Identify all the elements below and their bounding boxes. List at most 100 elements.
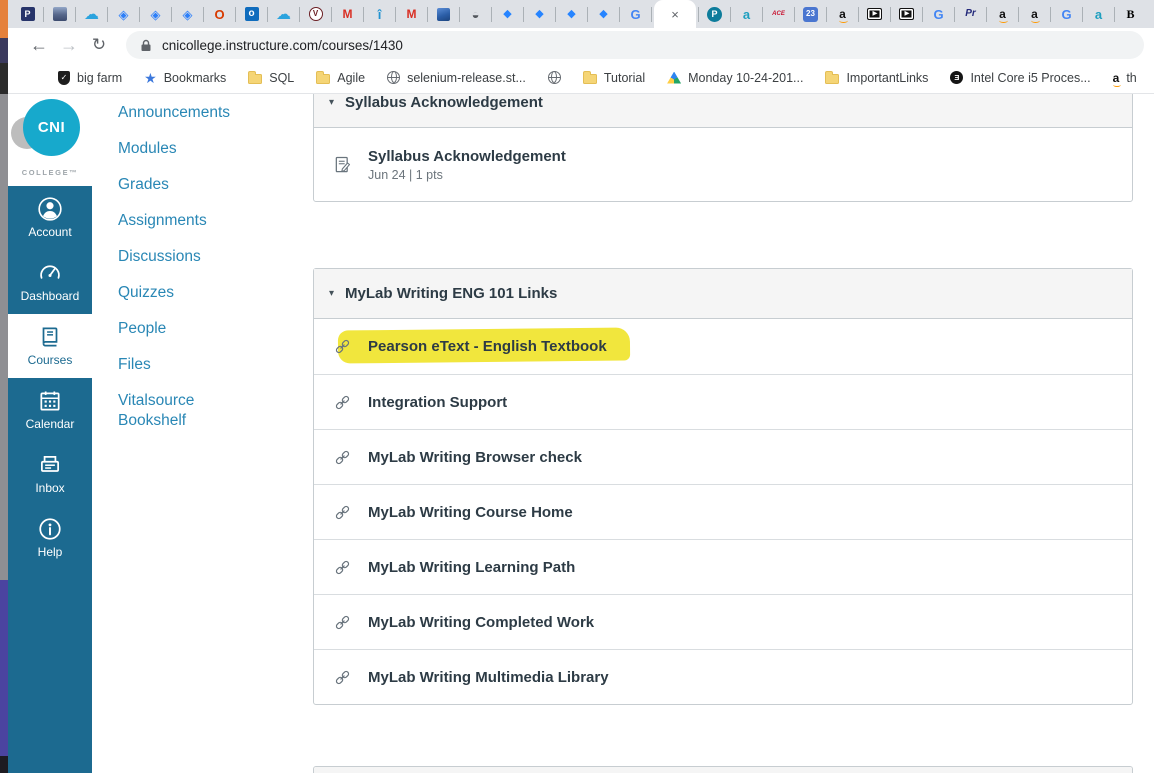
bookmark-intel[interactable]: Ǝ Intel Core i5 Proces... [950, 71, 1091, 85]
module-item[interactable]: MyLab Writing Completed Work [314, 594, 1132, 649]
sidebar-item-dashboard[interactable]: Dashboard [8, 250, 92, 314]
desktop-sliver-segment [0, 0, 8, 38]
cloud-app-tab[interactable]: ☁ [78, 0, 105, 28]
link-icon [333, 613, 353, 632]
package-cube-tab[interactable] [430, 0, 457, 28]
google-tab[interactable]: G [622, 0, 649, 28]
bookmark-label: th [1126, 70, 1137, 85]
address-bar[interactable]: cnicollege.instructure.com/courses/1430 [126, 31, 1144, 59]
module-item[interactable]: MyLab Writing Browser check [314, 429, 1132, 484]
course-nav-vitalsource-bookshelf[interactable]: Vitalsource Bookshelf [118, 391, 248, 431]
gmail-tab[interactable]: M [334, 0, 361, 28]
module-item[interactable]: MyLab Writing Course Home [314, 484, 1132, 539]
amazon-smile-tab[interactable]: a [1021, 0, 1048, 28]
cloud-app-tab-icon: ☁ [84, 5, 99, 23]
jira-tab[interactable]: ◆ [494, 0, 521, 28]
outlook-tab[interactable]: o [238, 0, 265, 28]
jira-tab[interactable]: ◆ [526, 0, 553, 28]
ace-hardware-tab[interactable]: ACE [765, 0, 792, 28]
bloomberg-tab[interactable]: B [1117, 0, 1144, 28]
collapse-icon[interactable]: ▾ [329, 97, 334, 108]
amazon-smile-tab[interactable]: a [829, 0, 856, 28]
module-title: Syllabus Acknowledgement [345, 94, 543, 111]
reload-button[interactable]: ↻ [84, 35, 114, 55]
bookmark-selenium-release-icon [387, 71, 401, 84]
course-nav-files[interactable]: Files [118, 355, 248, 375]
bookmark-tutorial-folder[interactable]: Tutorial [582, 71, 645, 85]
google-tab[interactable]: G [1053, 0, 1080, 28]
paypal-tab[interactable]: P [14, 0, 41, 28]
module-item[interactable]: Syllabus Acknowledgement Jun 24 | 1 pts [314, 128, 1132, 201]
tasks-23-tab[interactable]: 23 [797, 0, 824, 28]
module-item[interactable]: Pearson eText - English Textbook [314, 319, 1132, 374]
amazon-teal-tab-icon: a [742, 6, 751, 22]
amazon-smile-tab[interactable]: a [989, 0, 1016, 28]
amazon-teal-tab[interactable]: a [733, 0, 760, 28]
logo-cni-circle: CNI [23, 99, 80, 156]
bookmark-sql-folder[interactable]: SQL [248, 71, 294, 85]
active-tab[interactable]: × [654, 0, 696, 28]
gmail-tab[interactable]: M [398, 0, 425, 28]
jira-tab[interactable]: ◆ [558, 0, 585, 28]
video-play-tab[interactable]: ▶ [861, 0, 888, 28]
collapse-icon[interactable]: ▾ [329, 288, 334, 299]
module-item[interactable]: MyLab Writing Learning Path [314, 539, 1132, 594]
bookmark-globe[interactable] [547, 71, 561, 84]
diamond-app-tab[interactable]: ◈ [142, 0, 169, 28]
bookmark-monday-drive[interactable]: Monday 10-24-201... [667, 71, 803, 85]
globe-tab[interactable]: ◒ [462, 0, 489, 28]
sidebar-item-account[interactable]: Account [8, 186, 92, 250]
assistant-tab[interactable]: î [366, 0, 393, 28]
module-header[interactable] [314, 767, 1132, 773]
bookmark-importantlinks-folder[interactable]: ImportantLinks [825, 71, 928, 85]
module-item[interactable]: Integration Support [314, 374, 1132, 429]
back-button[interactable]: ← [24, 35, 54, 56]
vivaldi-tab[interactable]: V [302, 0, 329, 28]
tab-separator [203, 6, 204, 22]
sidebar-item-inbox[interactable]: Inbox [8, 442, 92, 506]
module-header[interactable]: ▾ MyLab Writing ENG 101 Links [314, 269, 1132, 319]
bookmark-globe-icon [547, 71, 561, 84]
amazon-teal-tab[interactable]: a [1085, 0, 1112, 28]
module-item[interactable]: MyLab Writing Multimedia Library [314, 649, 1132, 704]
bookmark-big-farm[interactable]: ✓ big farm [58, 70, 122, 85]
sidebar-item-calendar[interactable]: Calendar [8, 378, 92, 442]
close-tab-icon[interactable]: × [671, 8, 679, 21]
item-title: Pearson eText - English Textbook [368, 338, 607, 355]
bookmark-amazon-th[interactable]: a th [1112, 70, 1137, 87]
bookmark-agile-folder-icon [316, 71, 331, 84]
amazon-teal-tab-icon: a [1094, 6, 1103, 22]
item-title: MyLab Writing Completed Work [368, 613, 595, 631]
bookmark-agile-folder[interactable]: Agile [316, 71, 365, 85]
office-tab[interactable]: O [206, 0, 233, 28]
course-nav-grades[interactable]: Grades [118, 175, 248, 195]
course-nav-quizzes[interactable]: Quizzes [118, 283, 248, 303]
forward-button[interactable]: → [54, 35, 84, 56]
cni-logo[interactable]: CNI COLLEGE™ [8, 94, 92, 186]
premiere-tab[interactable]: Pr [957, 0, 984, 28]
bookmark-selenium-release[interactable]: selenium-release.st... [387, 71, 526, 85]
link-icon [333, 448, 353, 467]
course-nav-modules[interactable]: Modules [118, 139, 248, 159]
cloud-app-tab[interactable]: ☁ [270, 0, 297, 28]
course-nav-people[interactable]: People [118, 319, 248, 339]
video-play-tab[interactable]: ▶ [893, 0, 920, 28]
diamond-app-tab[interactable]: ◈ [110, 0, 137, 28]
bookmark-sql-folder-icon [248, 71, 263, 84]
tab-separator [587, 6, 588, 22]
site-thumbnail-tab[interactable] [46, 0, 73, 28]
sidebar-item-label: Dashboard [20, 289, 80, 303]
diamond-app-tab[interactable]: ◈ [174, 0, 201, 28]
module-header[interactable]: ▾ Syllabus Acknowledgement [314, 94, 1132, 128]
google-tab[interactable]: G [925, 0, 952, 28]
sidebar-item-courses[interactable]: Courses [8, 314, 92, 378]
link-icon [333, 668, 353, 687]
course-nav-discussions[interactable]: Discussions [118, 247, 248, 267]
google-tab-icon: G [630, 6, 641, 22]
jira-tab[interactable]: ◆ [590, 0, 617, 28]
bookmark-bookmarks-folder[interactable]: ★ Bookmarks [144, 71, 226, 85]
sidebar-item-help[interactable]: Help [8, 506, 92, 570]
course-nav-announcements[interactable]: Announcements [118, 103, 248, 123]
pearson-tab[interactable]: P [701, 0, 728, 28]
course-nav-assignments[interactable]: Assignments [118, 211, 248, 231]
